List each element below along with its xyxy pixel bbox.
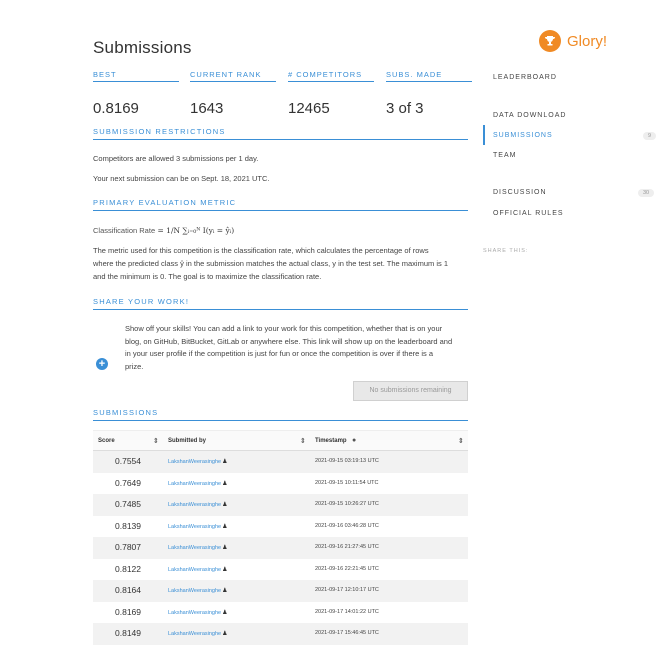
restrictions-line-2: Your next submission can be on Sept. 18,… — [93, 174, 270, 183]
metric-formula: Classification Rate = 1/N ∑ᵢ₌₀ᴺ I(yᵢ = ŷ… — [93, 226, 234, 235]
table-row: 0.8149 LakshanWeerasinghe♟ 2021-09-17 15:4… — [93, 623, 468, 645]
glory-badge: Glory! — [539, 30, 607, 52]
share-heading: SHARE YOUR WORK! — [93, 297, 468, 310]
nav-data-download[interactable]: DATA DOWNLOAD — [493, 112, 566, 119]
stat-competitors: # COMPETITORS 12465 — [288, 70, 374, 117]
no-submissions-button[interactable]: No submissions remaining — [353, 381, 468, 401]
share-this-label: SHARE THIS: — [483, 248, 529, 254]
user-icon: ♟ — [222, 523, 228, 530]
column-header-score[interactable]: Score — [98, 438, 115, 444]
stat-current-rank: CURRENT RANK 1643 — [190, 70, 276, 117]
timestamp-cell: 2021-09-16 21:27:45 UTC — [315, 544, 379, 550]
column-header-timestamp[interactable]: Timestamp — [315, 438, 347, 444]
column-header-submitted-by[interactable]: Submitted by — [168, 438, 206, 444]
timestamp-cell: 2021-09-17 12:10:17 UTC — [315, 587, 379, 593]
nav-submissions[interactable]: SUBMISSIONS — [493, 132, 553, 139]
user-link[interactable]: LakshanWeerasinghe♟ — [168, 458, 228, 465]
submissions-count-badge: 9 — [643, 132, 657, 140]
nav-leaderboard[interactable]: LEADERBOARD — [493, 74, 557, 81]
score-cell: 0.7554 — [115, 456, 141, 466]
user-icon: ♟ — [222, 480, 228, 487]
timestamp-cell: 2021-09-15 03:19:13 UTC — [315, 458, 379, 464]
restrictions-heading: SUBMISSION RESTRICTIONS — [93, 127, 468, 140]
user-link[interactable]: LakshanWeerasinghe♟ — [168, 523, 228, 530]
stat-value: 3 of 3 — [386, 100, 424, 117]
score-cell: 0.8169 — [115, 606, 141, 617]
restrictions-line-1: Competitors are allowed 3 submissions pe… — [93, 154, 259, 163]
stat-value: 1643 — [190, 100, 224, 117]
main-content: Submissions BEST 0.8169 CURRENT RANK 164… — [93, 38, 472, 645]
table-row: 0.8169 LakshanWeerasinghe♟ 2021-09-17 14:0… — [93, 602, 468, 624]
user-link[interactable]: LakshanWeerasinghe♟ — [168, 609, 228, 616]
timestamp-cell: 2021-09-15 10:26:27 UTC — [315, 501, 379, 507]
table-row: 0.8139 LakshanWeerasinghe♟ 2021-09-16 03:4… — [93, 516, 468, 538]
table-row: 0.7554 LakshanWeerasinghe♟ 2021-09-15 03:1… — [93, 451, 468, 473]
table-row: 0.8122 LakshanWeerasinghe♟ 2021-09-16 22:2… — [93, 559, 468, 581]
nav-discussion[interactable]: DISCUSSION — [493, 189, 547, 196]
user-icon: ♟ — [222, 588, 228, 594]
user-icon: ♟ — [222, 566, 228, 573]
trophy-icon — [539, 30, 561, 52]
stat-value: 0.8169 — [93, 100, 139, 117]
stat-subs-made: SUBS. MADE 3 of 3 — [386, 70, 472, 117]
nav-official-rules[interactable]: OFFICIAL RULES — [493, 210, 564, 217]
score-cell: 0.8149 — [115, 628, 141, 638]
user-icon: ♟ — [222, 502, 228, 508]
user-icon: ♟ — [222, 609, 228, 616]
timestamp-cell: 2021-09-15 10:11:54 UTC — [315, 479, 379, 486]
user-icon: ♟ — [222, 545, 228, 551]
sidebar: Glory! LEADERBOARD DATA DOWNLOAD SUBMISS… — [483, 0, 663, 655]
nav-team[interactable]: TEAM — [493, 152, 516, 159]
info-icon: ● — [352, 437, 357, 444]
share-text: Show off your skills! You can add a link… — [125, 324, 453, 371]
user-icon: ♟ — [222, 459, 228, 465]
submissions-table: Score ⇕ Submitted by ⇕ Timestamp ● ⇕ 0.7… — [93, 430, 468, 645]
table-row: 0.7649 LakshanWeerasinghe♟ 2021-09-15 10:1… — [93, 473, 468, 495]
stat-label: SUBS. MADE — [386, 70, 443, 79]
score-cell: 0.8139 — [115, 520, 141, 531]
discussion-count-badge: 30 — [638, 189, 655, 197]
timestamp-cell: 2021-09-17 14:01:22 UTC — [315, 608, 379, 615]
user-link[interactable]: LakshanWeerasinghe♟ — [168, 630, 228, 637]
formula-label: Classification Rate — [93, 226, 156, 235]
user-link[interactable]: LakshanWeerasinghe♟ — [168, 544, 228, 551]
timestamp-cell: 2021-09-17 15:46:45 UTC — [315, 630, 379, 636]
user-link[interactable]: LakshanWeerasinghe♟ — [168, 587, 228, 594]
timestamp-cell: 2021-09-16 03:46:28 UTC — [315, 522, 379, 529]
user-link[interactable]: LakshanWeerasinghe♟ — [168, 566, 228, 573]
user-link[interactable]: LakshanWeerasinghe♟ — [168, 501, 228, 508]
score-cell: 0.8122 — [115, 563, 141, 574]
score-cell: 0.7485 — [115, 499, 141, 509]
stat-label: CURRENT RANK — [190, 70, 262, 79]
sort-icon[interactable]: ⇕ — [153, 437, 159, 445]
table-row: 0.7485 LakshanWeerasinghe♟ 2021-09-15 10:2… — [93, 494, 468, 516]
sort-icon[interactable]: ⇕ — [300, 437, 306, 445]
glory-text: Glory! — [567, 32, 608, 50]
table-row: 0.7807 LakshanWeerasinghe♟ 2021-09-16 21:2… — [93, 537, 468, 559]
table-header: Score ⇕ Submitted by ⇕ Timestamp ● ⇕ — [93, 430, 468, 451]
metric-description-3: and the minimum is 0. The goal is to max… — [93, 272, 322, 281]
stat-label: # COMPETITORS — [288, 70, 363, 79]
score-cell: 0.8164 — [115, 585, 141, 595]
share-box: + Show off your skills! You can add a li… — [93, 313, 468, 413]
sort-icon[interactable]: ⇕ — [458, 437, 464, 445]
score-cell: 0.7807 — [115, 542, 141, 552]
metric-heading: PRIMARY EVALUATION METRIC — [93, 198, 468, 211]
nav-active-indicator — [483, 125, 485, 145]
stat-best: BEST 0.8169 — [93, 70, 179, 117]
plus-circle-icon[interactable]: + — [96, 358, 108, 370]
stats-panel: BEST 0.8169 CURRENT RANK 1643 # COMPETIT… — [93, 70, 472, 130]
metric-description-2: where the predicted class ŷ in the submi… — [93, 259, 449, 268]
table-row: 0.8164 LakshanWeerasinghe♟ 2021-09-17 12:1… — [93, 580, 468, 602]
user-link[interactable]: LakshanWeerasinghe♟ — [168, 480, 228, 487]
user-icon: ♟ — [222, 631, 228, 637]
metric-description-1: The metric used for this competition is … — [93, 246, 429, 255]
score-cell: 0.7649 — [115, 477, 141, 488]
timestamp-cell: 2021-09-16 22:21:45 UTC — [315, 565, 379, 572]
stat-label: BEST — [93, 70, 117, 79]
formula-expression: = 1/N ∑ᵢ₌₀ᴺ I(yᵢ = ŷᵢ) — [157, 226, 235, 235]
page-title: Submissions — [93, 38, 192, 57]
submissions-heading: SUBMISSIONS — [93, 408, 468, 421]
stat-value: 12465 — [288, 100, 330, 117]
